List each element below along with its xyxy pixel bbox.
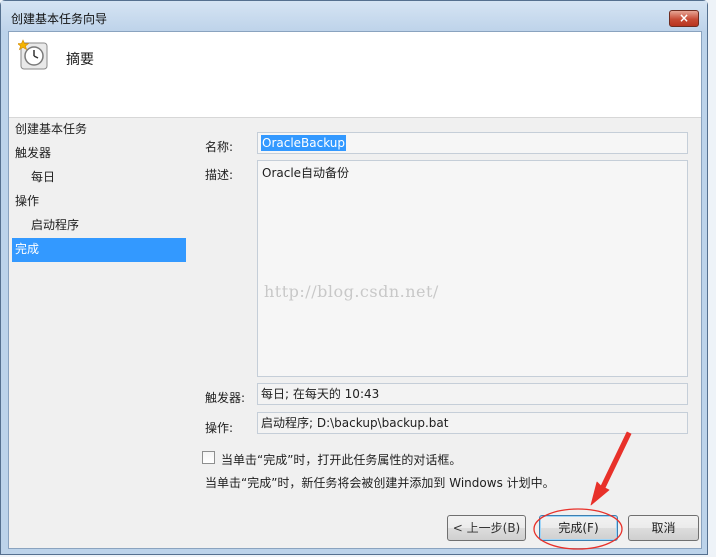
- description-label: 描述:: [205, 168, 234, 182]
- name-value: OracleBackup: [261, 135, 347, 151]
- nav-item-finish[interactable]: 完成: [12, 238, 186, 262]
- wizard-client-area: 摘要 创建基本任务 触发器 每日 操作 启动程序 完成 名称: OracleBa…: [8, 31, 702, 549]
- description-value: Oracle自动备份: [262, 166, 350, 180]
- nav-item-trigger[interactable]: 触发器: [9, 142, 189, 166]
- watermark-text: http://blog.csdn.net/: [264, 282, 439, 301]
- trigger-summary: 每日; 在每天的 10:43: [257, 383, 688, 405]
- action-value: 启动程序; D:\backup\backup.bat: [261, 416, 449, 430]
- action-summary: 启动程序; D:\backup\backup.bat: [257, 412, 688, 434]
- back-button[interactable]: < 上一步(B): [447, 515, 526, 541]
- wizard-window: 创建基本任务向导 × 摘要 创建基本任务 触发器 每日 操作 启动程序 完成 名…: [0, 0, 708, 555]
- window-title: 创建基本任务向导: [11, 12, 108, 26]
- cancel-button[interactable]: 取消: [628, 515, 699, 541]
- nav-item-action[interactable]: 操作: [9, 190, 189, 214]
- nav-item-start-program[interactable]: 启动程序: [9, 214, 189, 238]
- nav-item-daily[interactable]: 每日: [9, 166, 189, 190]
- close-icon: ×: [678, 11, 690, 25]
- trigger-value: 每日; 在每天的 10:43: [261, 387, 380, 401]
- action-label: 操作:: [205, 421, 234, 435]
- open-properties-label[interactable]: 当单击“完成”时，打开此任务属性的对话框。: [221, 451, 461, 468]
- page-title: 摘要: [66, 52, 94, 68]
- name-label: 名称:: [205, 140, 234, 154]
- nav-item-create-basic-task[interactable]: 创建基本任务: [9, 118, 189, 142]
- task-scheduler-icon: [18, 39, 48, 70]
- trigger-label: 触发器:: [205, 391, 246, 405]
- name-field[interactable]: OracleBackup: [257, 132, 688, 154]
- finish-button[interactable]: 完成(F): [539, 515, 618, 541]
- open-properties-checkbox[interactable]: [202, 451, 215, 464]
- close-button[interactable]: ×: [669, 10, 699, 27]
- finish-note: 当单击“完成”时，新任务将会被创建并添加到 Windows 计划中。: [205, 476, 555, 490]
- wizard-step-nav: 创建基本任务 触发器 每日 操作 启动程序 完成: [9, 118, 189, 262]
- description-field[interactable]: Oracle自动备份: [257, 160, 688, 377]
- wizard-header: 摘要: [9, 32, 701, 118]
- title-bar: 创建基本任务向导 ×: [1, 1, 707, 31]
